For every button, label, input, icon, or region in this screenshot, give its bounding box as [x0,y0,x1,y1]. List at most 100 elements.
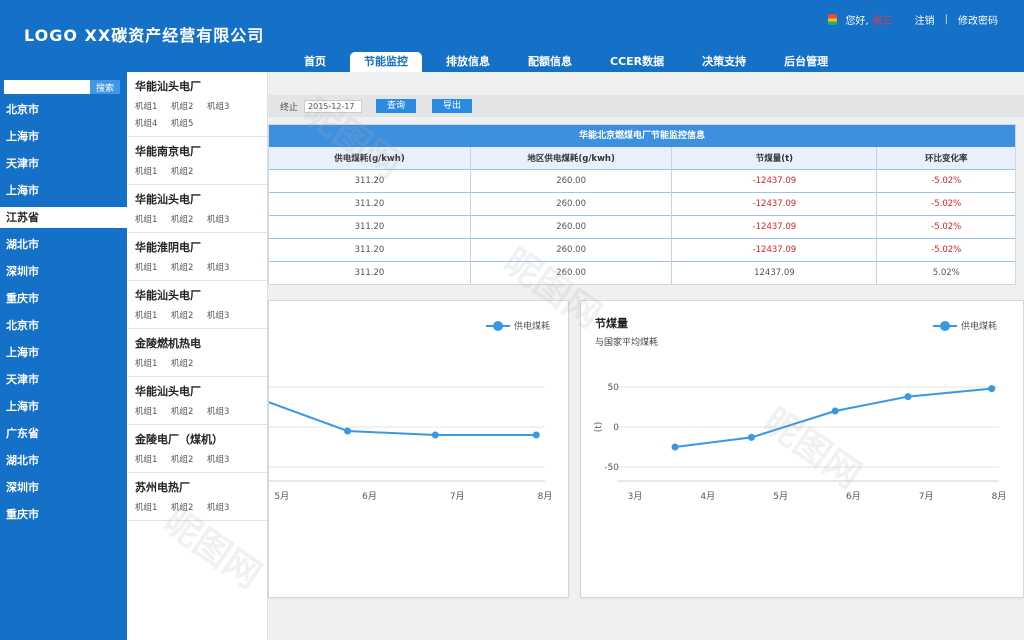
plant-name-link[interactable]: 华能汕头电厂 [135,191,259,207]
change-password-link[interactable]: 修改密码 [958,12,998,27]
sidebar-item[interactable]: 湖北市 [0,447,127,474]
data-point[interactable] [747,433,755,441]
unit-link[interactable]: 机组1 [135,100,171,112]
unit-link[interactable]: 机组1 [135,309,171,321]
unit-list: 机组1 机组2 机组3 [135,405,259,417]
unit-link[interactable]: 机组3 [207,213,243,225]
plant-name-link[interactable]: 华能南京电厂 [135,143,259,159]
sidebar-item[interactable]: 湖北市 [0,231,127,258]
table-cell: -5.02% [876,214,1015,238]
x-tick-label: 4月 [700,491,715,502]
column-header: 环比变化率 [876,147,1015,169]
sidebar-item[interactable]: 天津市 [0,366,127,393]
end-date-input[interactable]: 2015-12-17 [304,99,363,113]
unit-link[interactable]: 机组3 [207,453,243,465]
plant-name-link[interactable]: 华能汕头电厂 [135,78,259,94]
sidebar-item[interactable]: 深圳市 [0,474,127,501]
sidebar-item[interactable]: 重庆市 [0,285,127,312]
data-point[interactable] [831,407,839,415]
unit-link[interactable]: 机组2 [171,309,207,321]
sidebar-item[interactable]: 广东省 [0,420,127,447]
plant-name-link[interactable]: 华能淮阴电厂 [135,239,259,255]
unit-link[interactable]: 机组2 [171,453,207,465]
nav-tab[interactable]: 首页 [290,52,340,72]
sidebar-item[interactable]: 上海市 [0,177,127,204]
sidebar-item[interactable]: 上海市 [0,123,127,150]
data-point[interactable] [671,443,679,451]
query-button[interactable]: 查询 [376,99,417,113]
unit-link[interactable]: 机组4 [135,117,171,129]
search-button[interactable]: 搜索 [90,80,120,94]
unit-link[interactable]: 机组2 [171,405,207,417]
plant-name-link[interactable]: 金陵燃机热电 [135,335,259,351]
data-point[interactable] [344,427,352,435]
plant-name-link[interactable]: 苏州电热厂 [135,479,259,495]
unit-link[interactable]: 机组3 [207,261,243,273]
unit-link[interactable]: 机组2 [171,357,207,369]
unit-link[interactable]: 机组1 [135,453,171,465]
sidebar-item[interactable]: 北京市 [0,312,127,339]
unit-link[interactable]: 机组1 [135,165,171,177]
unit-link[interactable]: 机组3 [207,309,243,321]
unit-link[interactable]: 机组3 [207,100,243,112]
coal-consumption-chart-card: 供电煤耗 月5月6月7月8月 [189,300,569,598]
sidebar-item[interactable]: 江苏省 [0,207,127,228]
x-tick-label: 5月 [274,491,289,502]
unit-link[interactable]: 机组2 [171,213,207,225]
nav-tab[interactable]: 后台管理 [770,52,842,72]
plant-name-link[interactable]: 华能汕头电厂 [135,383,259,399]
plant-name-link[interactable]: 金陵电厂（煤机） [135,431,259,447]
column-header: 供电煤耗(g/kwh) [269,147,471,169]
sidebar-item[interactable]: 北京市 [0,96,127,123]
export-button[interactable]: 导出 [432,99,473,113]
coal-consumption-chart: 月5月6月7月8月 [189,386,553,502]
unit-list: 机组1 机组2 [135,165,259,177]
chart-title: 节煤量 [595,317,628,330]
x-tick-label: 3月 [628,491,643,502]
unit-link[interactable]: 机组2 [171,165,207,177]
nav-tab[interactable]: 决策支持 [688,52,760,72]
unit-link[interactable]: 机组1 [135,357,171,369]
chart-legend[interactable]: 供电煤耗 [485,319,550,332]
table-cell: 260.00 [470,260,673,284]
sidebar-item[interactable]: 上海市 [0,339,127,366]
unit-link[interactable]: 机组3 [207,501,243,513]
x-tick-label: 8月 [538,491,553,502]
plant-group: 华能汕头电厂机组1 机组2 机组3 [127,377,267,425]
sidebar-item[interactable]: 重庆市 [0,501,127,528]
data-point[interactable] [431,431,439,439]
table-cell: -5.02% [876,168,1015,192]
chart-legend[interactable]: 供电煤耗 [932,319,997,332]
unit-link[interactable]: 机组5 [171,117,207,129]
table-cell: 311.20 [269,214,471,238]
nav-tab[interactable]: 配额信息 [514,52,586,72]
unit-link[interactable]: 机组2 [171,501,207,513]
nav-tab[interactable]: 排放信息 [432,52,504,72]
table-cell: -5.02% [876,237,1015,261]
data-point[interactable] [532,431,540,439]
sidebar-item[interactable]: 深圳市 [0,258,127,285]
table-row: 311.20 260.00 -12437.09 -5.02% [269,191,1015,215]
plant-group: 苏州电热厂机组1 机组2 机组3 [127,473,267,521]
legend-label: 供电煤耗 [513,322,550,332]
table-cell: 5.02% [876,260,1015,284]
sidebar-item[interactable]: 天津市 [0,150,127,177]
username-link[interactable]: 张三 [873,12,893,27]
unit-link[interactable]: 机组1 [135,405,171,417]
plant-name-link[interactable]: 华能汕头电厂 [135,287,259,303]
nav-tab[interactable]: 节能监控 [350,52,422,72]
unit-link[interactable]: 机组2 [171,100,207,112]
unit-link[interactable]: 机组3 [207,405,243,417]
region-search-input[interactable] [4,80,90,94]
table-header-row: 供电煤耗(g/kwh) 地区供电煤耗(g/kwh) 节煤量(t) 环比变化率 [269,147,1015,169]
logout-link[interactable]: 注销 [915,12,935,27]
unit-link[interactable]: 机组1 [135,501,171,513]
unit-link[interactable]: 机组1 [135,261,171,273]
nav-tab[interactable]: CCER数据 [596,52,678,72]
unit-link[interactable]: 机组2 [171,261,207,273]
sidebar-item[interactable]: 上海市 [0,393,127,420]
unit-link[interactable]: 机组1 [135,213,171,225]
unit-list: 机组1 机组2 机组3 [135,453,259,465]
data-point[interactable] [904,393,912,401]
data-point[interactable] [988,385,996,393]
